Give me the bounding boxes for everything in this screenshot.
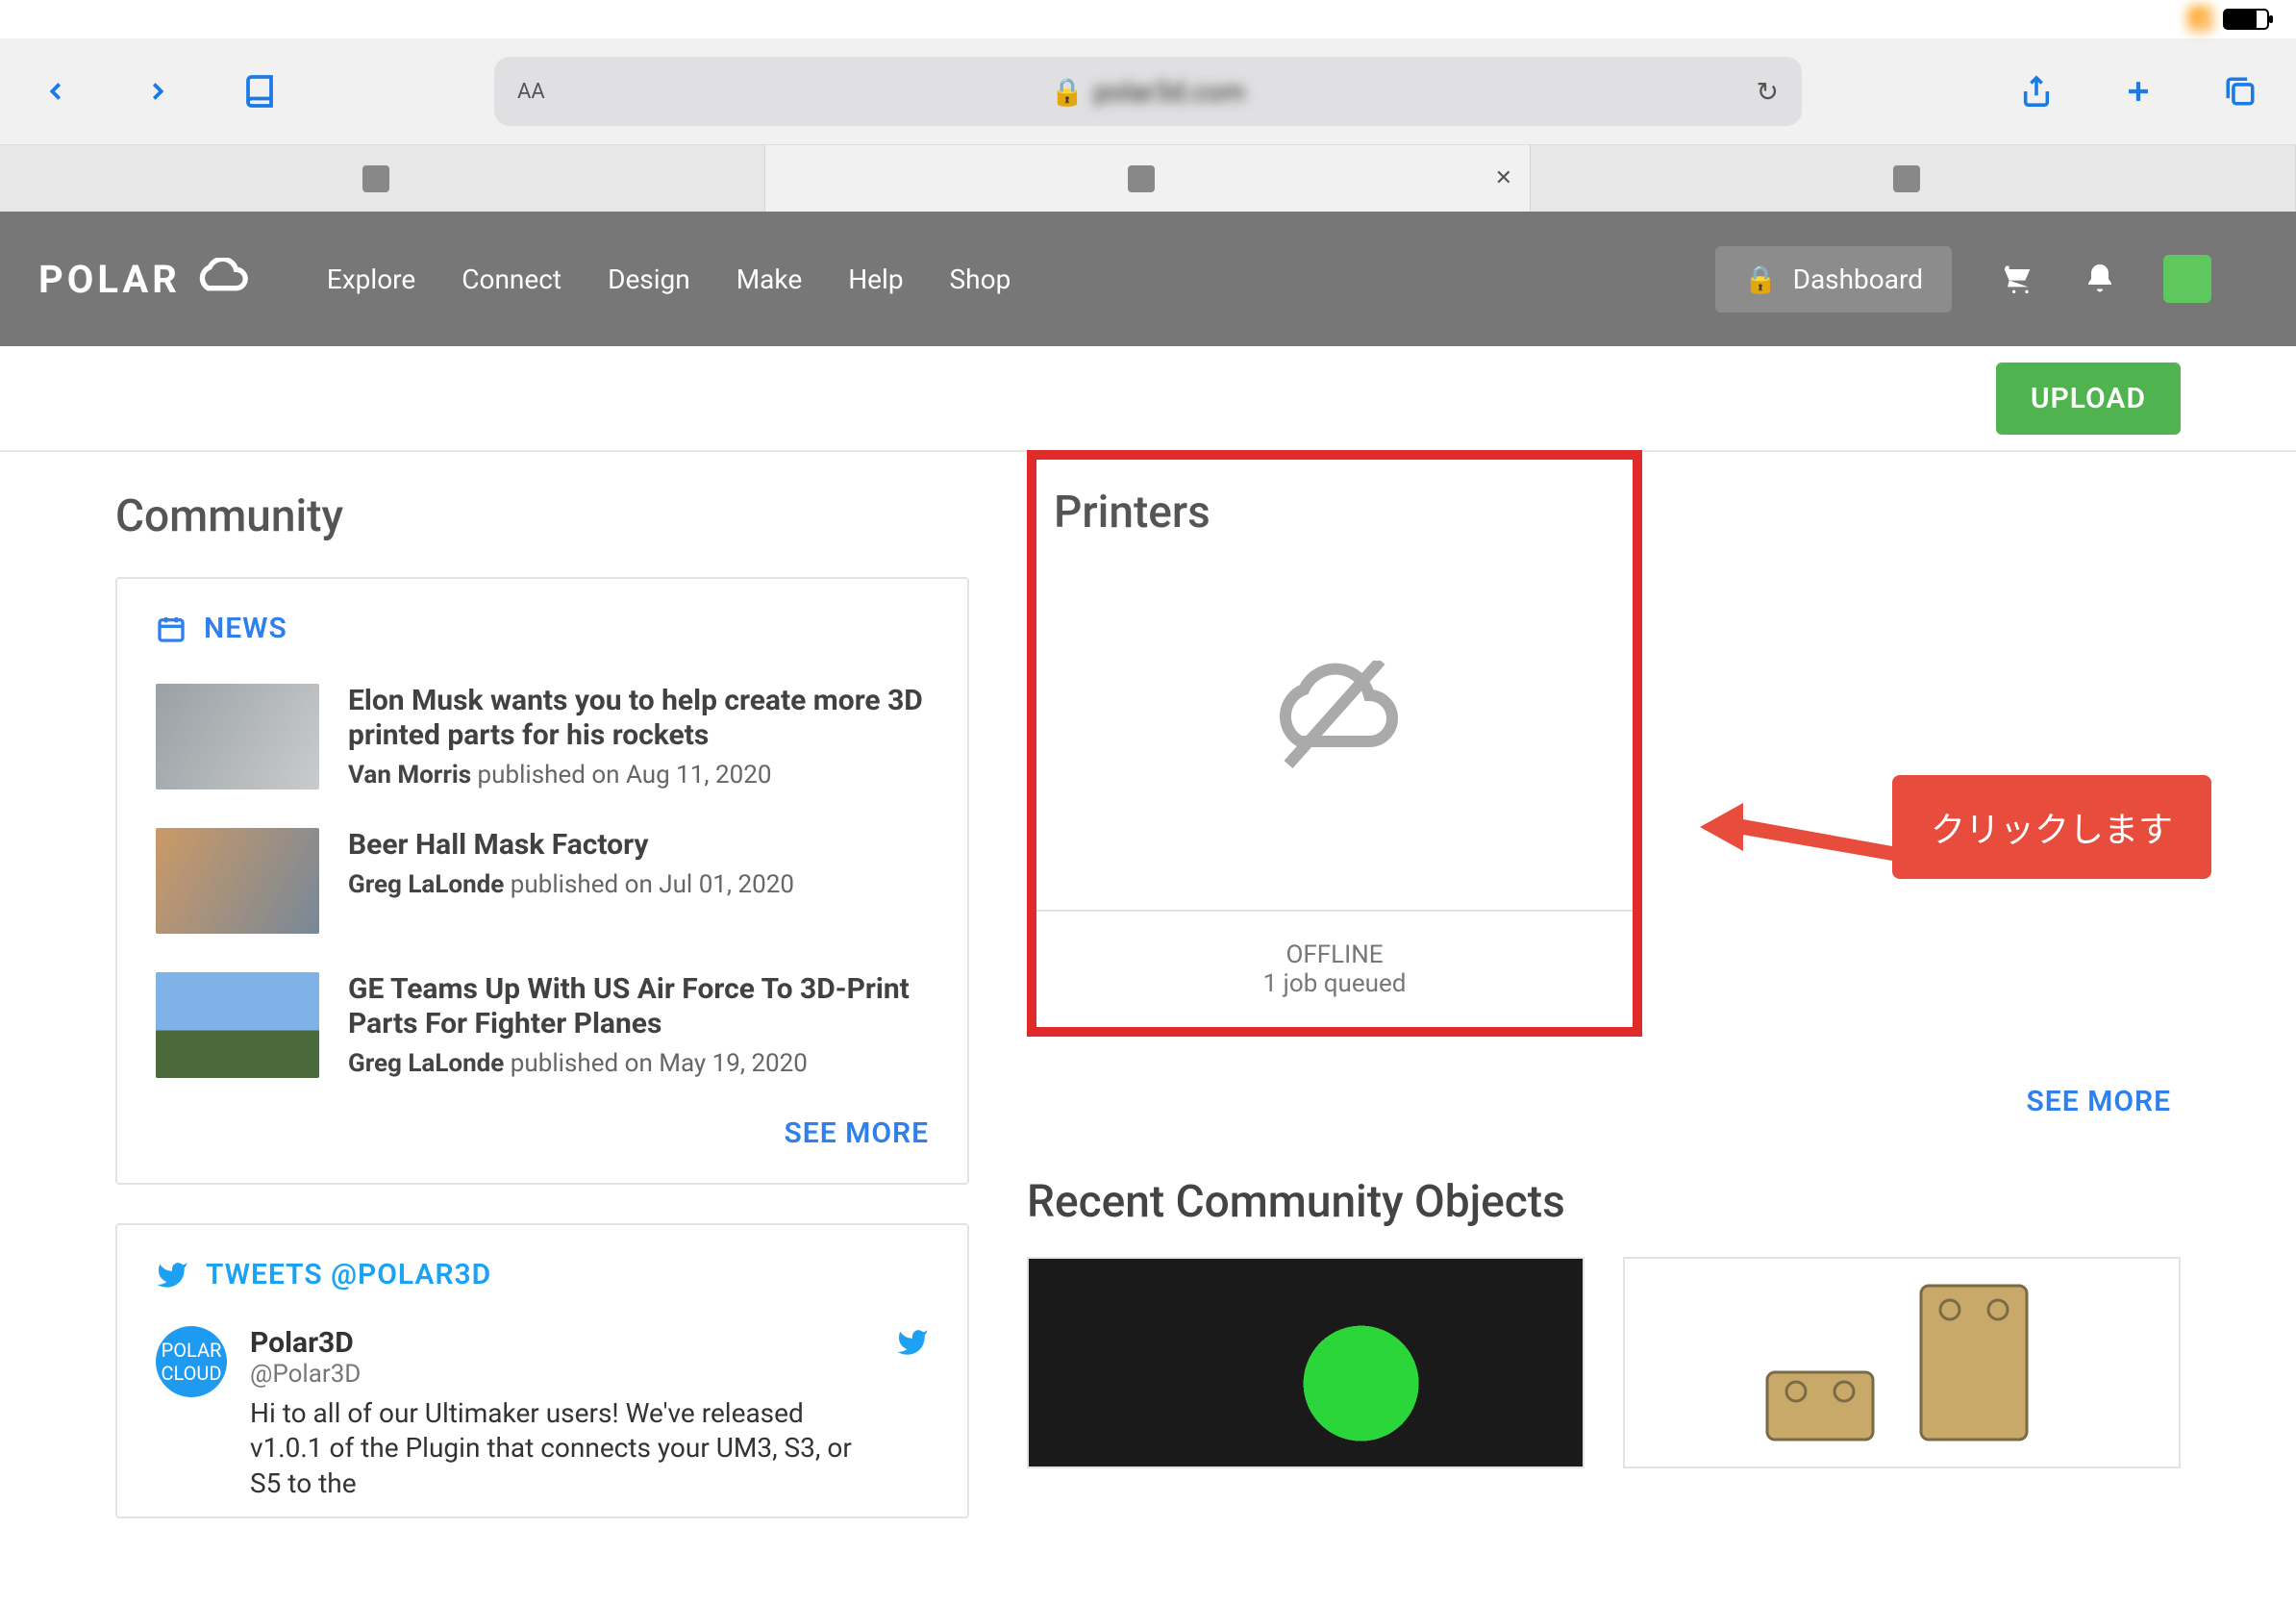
recent-objects-row: [1027, 1257, 2181, 1468]
annotation: クリックします: [1700, 769, 2211, 885]
lock-icon: 🔒: [1744, 263, 1778, 295]
sub-header: UPLOAD: [0, 346, 2296, 452]
news-published: published on Aug 11, 2020: [478, 761, 772, 789]
tweets-header-label: TWEETS @POLAR3D: [206, 1258, 491, 1291]
tweets-header: TWEETS @POLAR3D: [117, 1225, 967, 1311]
tweet-name: Polar3D: [250, 1326, 361, 1360]
back-button[interactable]: [29, 64, 83, 118]
browser-tab[interactable]: [1531, 145, 2296, 212]
nav-help[interactable]: Help: [848, 263, 903, 295]
browser-tab[interactable]: [0, 145, 765, 212]
news-title: GE Teams Up With US Air Force To 3D-Prin…: [348, 972, 929, 1041]
news-header-label: NEWS: [204, 612, 287, 645]
tweet-text: Hi to all of our Ultimaker users! We've …: [250, 1396, 873, 1501]
object-thumb[interactable]: [1623, 1257, 2181, 1468]
new-tab-button[interactable]: [2111, 64, 2165, 118]
browser-tab[interactable]: ✕: [765, 145, 1531, 212]
battery-icon: [2223, 9, 2269, 30]
browser-tabstrip: ✕: [0, 144, 2296, 212]
brand-text: POLAR: [38, 257, 181, 302]
news-header: NEWS: [117, 579, 967, 664]
favicon-icon: [362, 165, 389, 192]
news-card: NEWS Elon Musk wants you to help create …: [115, 577, 969, 1185]
news-thumb: [156, 828, 319, 934]
cart-icon[interactable]: [1998, 260, 2036, 298]
dashboard-button[interactable]: 🔒 Dashboard: [1715, 246, 1952, 313]
news-title: Beer Hall Mask Factory: [348, 828, 794, 863]
reader-icon: AA: [517, 80, 545, 104]
news-item[interactable]: Beer Hall Mask Factory Greg LaLonde publ…: [117, 809, 967, 953]
browser-toolbar: AA 🔒 polar3d.com ↻: [0, 38, 2296, 144]
printer-jobs: 1 job queued: [1036, 969, 1633, 998]
news-author: Greg LaLonde: [348, 870, 504, 899]
nav-links: Explore Connect Design Make Help Shop: [327, 263, 1011, 295]
printers-see-more[interactable]: SEE MORE: [1027, 1085, 2181, 1118]
tweet-item[interactable]: POLARCLOUD Polar3D @Polar3D Hi to all of…: [117, 1311, 967, 1516]
arrow-icon: [1700, 769, 1892, 885]
news-published: published on Jul 01, 2020: [511, 870, 794, 899]
close-tab-icon[interactable]: ✕: [1495, 166, 1512, 190]
url-bar[interactable]: AA 🔒 polar3d.com ↻: [494, 57, 1802, 126]
cloud-offline-icon: [1262, 661, 1407, 776]
avatar[interactable]: [2163, 255, 2211, 303]
news-see-more[interactable]: SEE MORE: [117, 1097, 967, 1183]
nav-make[interactable]: Make: [736, 263, 802, 295]
community-title: Community: [115, 490, 969, 542]
main-content: Community NEWS Elon Musk wants you to he…: [0, 452, 2296, 1557]
favicon-icon: [1128, 165, 1155, 192]
url-host: polar3d.com: [1094, 76, 1245, 108]
twitter-icon: [156, 1259, 188, 1291]
wifi-icon: 📶: [2187, 8, 2213, 32]
printer-status: OFFLINE: [1036, 940, 1633, 969]
news-thumb: [156, 684, 319, 789]
news-item[interactable]: GE Teams Up With US Air Force To 3D-Prin…: [117, 953, 967, 1097]
tweet-handle: @Polar3D: [250, 1360, 361, 1389]
news-thumb: [156, 972, 319, 1078]
news-author: Greg LaLonde: [348, 1049, 504, 1078]
favicon-icon: [1893, 165, 1920, 192]
news-author: Van Morris: [348, 761, 471, 789]
tweets-card: TWEETS @POLAR3D POLARCLOUD Polar3D @Pola…: [115, 1223, 969, 1518]
bell-icon[interactable]: [2083, 262, 2117, 296]
dashboard-label: Dashboard: [1793, 263, 1923, 295]
twitter-bird-icon: [896, 1326, 929, 1501]
recent-objects-title: Recent Community Objects: [1027, 1176, 2181, 1228]
nav-connect[interactable]: Connect: [462, 263, 562, 295]
object-thumb[interactable]: [1027, 1257, 1585, 1468]
calendar-icon: [156, 614, 187, 644]
news-item[interactable]: Elon Musk wants you to help create more …: [117, 664, 967, 809]
tabs-button[interactable]: [2213, 64, 2267, 118]
reload-icon[interactable]: ↻: [1757, 76, 1779, 108]
lock-icon: 🔒: [1051, 76, 1085, 108]
printers-title: Printers: [1054, 487, 1210, 539]
share-button[interactable]: [2009, 64, 2063, 118]
annotation-bubble: クリックします: [1892, 775, 2211, 879]
bookmarks-button[interactable]: [233, 64, 287, 118]
news-title: Elon Musk wants you to help create more …: [348, 684, 929, 753]
brand-logo[interactable]: POLAR: [38, 257, 250, 302]
app-header: POLAR Explore Connect Design Make Help S…: [0, 212, 2296, 346]
upload-button[interactable]: UPLOAD: [1996, 363, 2181, 435]
ipad-status-bar: 📶: [0, 0, 2296, 38]
nav-shop[interactable]: Shop: [950, 263, 1011, 295]
news-published: published on May 19, 2020: [511, 1049, 808, 1078]
tweet-avatar: POLARCLOUD: [156, 1326, 227, 1397]
forward-button[interactable]: [131, 64, 185, 118]
printer-preview: [1036, 527, 1633, 912]
nav-explore[interactable]: Explore: [327, 263, 415, 295]
nav-design[interactable]: Design: [608, 263, 690, 295]
